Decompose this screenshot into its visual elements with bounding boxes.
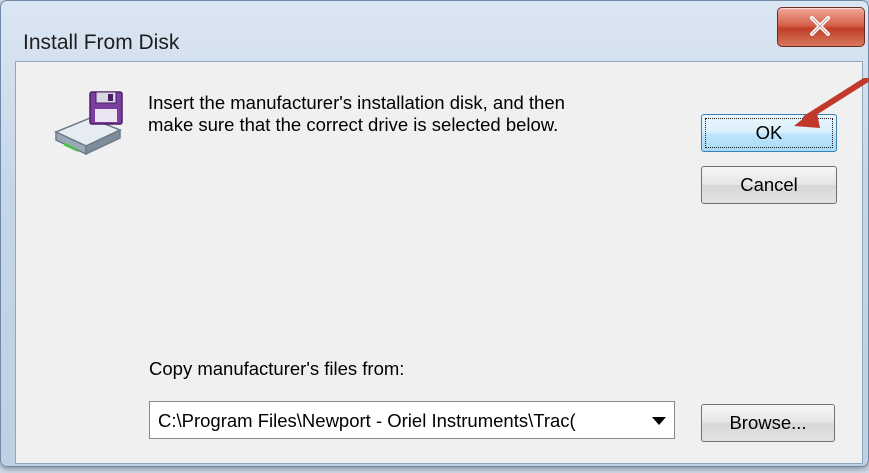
instruction-text: Insert the manufacturer's installation d… xyxy=(148,92,668,136)
dialog-body: Insert the manufacturer's installation d… xyxy=(15,61,863,464)
title-bar: Install From Disk xyxy=(1,1,868,55)
copy-from-label: Copy manufacturer's files from: xyxy=(149,358,405,379)
cancel-button[interactable]: Cancel xyxy=(701,166,837,204)
cancel-label: Cancel xyxy=(740,174,798,195)
install-disk-icon xyxy=(54,91,123,156)
install-from-disk-window: Install From Disk Insert the manufacture… xyxy=(0,0,869,467)
source-path-combobox[interactable]: C:\Program Files\Newport - Oriel Instrum… xyxy=(149,401,675,439)
instruction-line-2: make sure that the correct drive is sele… xyxy=(148,114,559,135)
browse-button[interactable]: Browse... xyxy=(701,404,835,442)
window-title: Install From Disk xyxy=(23,31,180,54)
close-icon xyxy=(810,16,830,36)
red-arrow-icon xyxy=(794,78,869,128)
close-button[interactable] xyxy=(777,7,865,47)
dropdown-arrow-icon[interactable] xyxy=(652,417,666,425)
source-path-value: C:\Program Files\Newport - Oriel Instrum… xyxy=(158,410,576,431)
browse-label: Browse... xyxy=(729,412,807,433)
instruction-line-1: Insert the manufacturer's installation d… xyxy=(148,92,565,113)
